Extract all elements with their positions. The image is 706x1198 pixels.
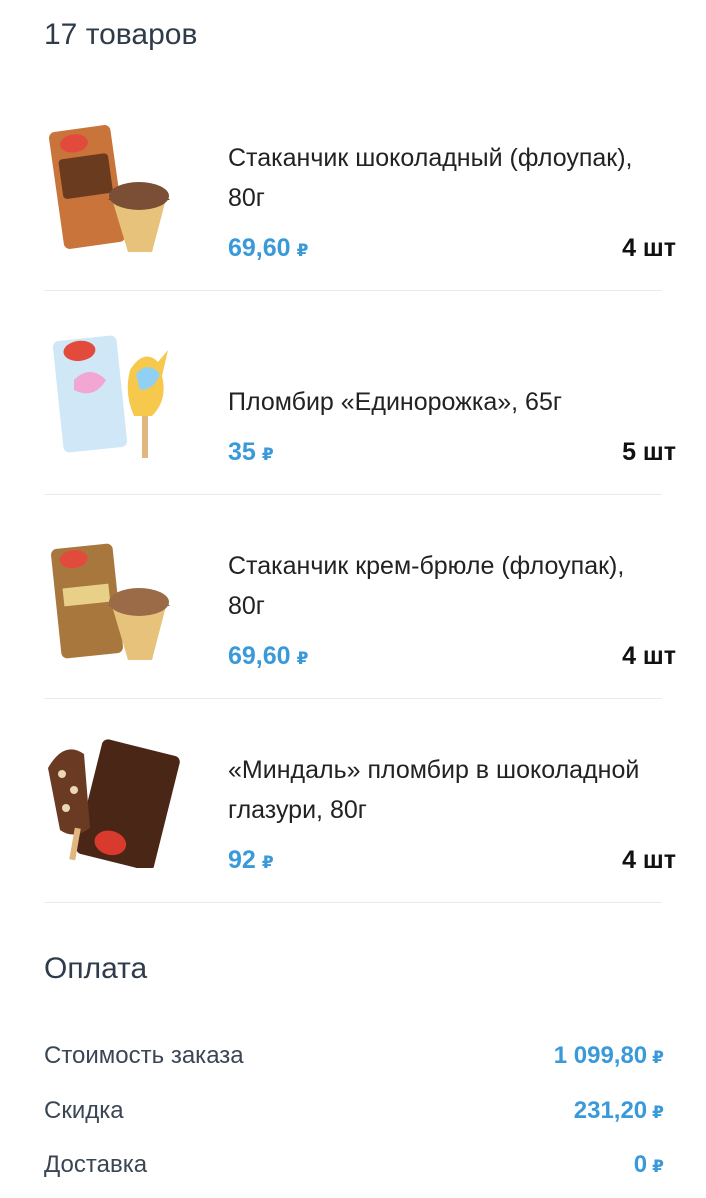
almond-eskimo-image <box>48 739 180 868</box>
item-price-value: 69,60 <box>228 642 291 670</box>
ruble-icon: ₽ <box>652 1157 664 1176</box>
item-price: 69,60 ₽ <box>228 642 308 671</box>
ruble-icon: ₽ <box>652 1103 664 1122</box>
order-cost-row: Стоимость заказа 1 099,80 ₽ <box>44 1042 664 1074</box>
delivery-row: Доставка 0 ₽ <box>44 1151 664 1183</box>
item-quantity: 5 шт <box>622 438 676 466</box>
item-quantity: 4 шт <box>622 234 676 262</box>
list-item[interactable]: Пломбир «Единорожка», 65г 35 ₽ 5 шт <box>44 290 676 495</box>
item-name-line2: 80г <box>228 592 265 620</box>
item-price: 69,60 ₽ <box>228 234 308 263</box>
item-price: 35 ₽ <box>228 438 274 467</box>
list-item[interactable]: Стаканчик крем-брюле (флоупак), 80г 69,6… <box>44 494 676 699</box>
delivery-value: 0 ₽ <box>634 1151 664 1179</box>
ruble-icon: ₽ <box>261 853 274 872</box>
unicorn-popsicle-image <box>52 335 168 458</box>
list-item[interactable]: «Миндаль» пломбир в шоколадной глазури, … <box>44 698 676 903</box>
item-quantity: 4 шт <box>622 642 676 670</box>
discount-amount: 231,20 <box>573 1097 648 1124</box>
ruble-icon: ₽ <box>261 445 274 464</box>
delivery-amount: 0 <box>633 1151 648 1178</box>
item-price-value: 92 <box>228 846 256 874</box>
item-name-line1: Пломбир «Единорожка», 65г <box>228 388 562 416</box>
item-quantity: 4 шт <box>622 846 676 874</box>
item-price: 92 ₽ <box>228 846 274 875</box>
order-cost-label: Стоимость заказа <box>44 1042 244 1069</box>
item-price-value: 69,60 <box>228 234 291 262</box>
item-name-line2: глазури, 80г <box>228 796 367 824</box>
ruble-icon: ₽ <box>296 649 309 668</box>
discount-value: 231,20 ₽ <box>574 1097 664 1125</box>
discount-label: Скидка <box>44 1097 124 1124</box>
item-name-line1: Стаканчик крем-брюле (флоупак), <box>228 552 625 580</box>
order-cost-value: 1 099,80 ₽ <box>554 1042 664 1070</box>
item-name-line2: 80г <box>228 184 265 212</box>
item-price-value: 35 <box>228 438 256 466</box>
ruble-icon: ₽ <box>296 241 309 260</box>
ruble-icon: ₽ <box>652 1048 664 1067</box>
discount-row: Скидка 231,20 ₽ <box>44 1097 664 1129</box>
chocolate-cone-icecream-image <box>49 125 170 252</box>
payment-title: Оплата <box>44 952 148 985</box>
delivery-label: Доставка <box>44 1151 148 1178</box>
list-item[interactable]: Стаканчик шоколадный (флоупак), 80г 69,6… <box>44 86 676 291</box>
items-count-title: 17 товаров <box>44 18 198 51</box>
item-name-line1: «Миндаль» пломбир в шоколадной <box>228 756 640 784</box>
creme-brulee-cone-image <box>51 543 170 660</box>
item-name-line1: Стаканчик шоколадный (флоупак), <box>228 144 633 172</box>
order-cost-amount: 1 099,80 <box>553 1042 648 1069</box>
